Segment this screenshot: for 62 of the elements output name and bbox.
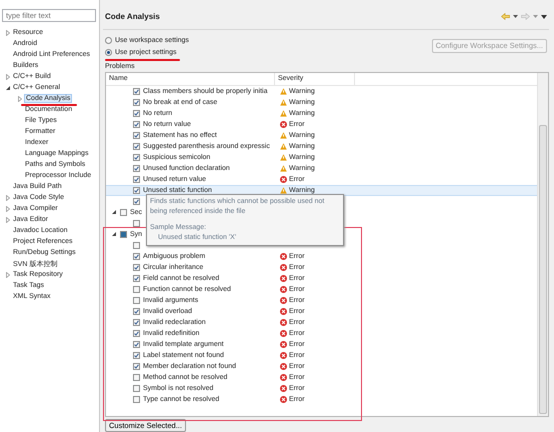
checkbox[interactable] [133,308,140,315]
checkbox[interactable] [120,230,127,238]
error-icon [280,384,287,392]
menu-icon[interactable] [541,14,547,19]
checkbox[interactable] [133,142,140,150]
error-icon [280,264,287,271]
collapsed-arrow-icon[interactable] [5,216,11,222]
checkbox[interactable] [133,220,140,227]
error-icon [280,252,287,260]
expanded-arrow-icon[interactable] [111,231,117,238]
underline-mark [21,104,78,106]
checkbox[interactable] [133,340,140,348]
checkbox[interactable] [133,362,140,370]
checkbox[interactable] [133,120,140,128]
error-icon [280,296,287,304]
checkbox[interactable] [133,132,140,139]
expanded-arrow-icon[interactable] [5,84,11,90]
checkbox[interactable] [133,264,140,271]
error-icon [280,352,287,359]
page-title: Code Analysis [105,12,160,22]
error-icon [280,318,287,326]
error-icon [280,176,287,183]
expanded-arrow-icon[interactable] [111,209,117,216]
checkbox[interactable] [120,208,127,216]
radio-button[interactable] [105,48,112,56]
checkbox[interactable] [133,164,140,172]
error-icon [280,374,287,381]
checkbox[interactable] [133,296,140,304]
error-icon [280,274,287,282]
collapsed-arrow-icon[interactable] [5,206,11,212]
checkbox[interactable] [133,286,140,293]
radio-button[interactable] [105,36,112,44]
checkbox[interactable] [133,330,140,337]
checkbox[interactable] [133,198,140,205]
checkbox[interactable] [133,374,140,381]
checkbox[interactable] [133,352,140,359]
error-icon [280,362,287,370]
checkbox[interactable] [133,252,140,260]
error-icon [280,340,287,348]
error-icon [280,396,287,403]
collapsed-arrow-icon[interactable] [5,30,11,36]
collapsed-arrow-icon[interactable] [5,74,11,80]
checkbox[interactable] [133,384,140,392]
collapsed-arrow-icon[interactable] [17,96,23,102]
checkbox[interactable] [133,242,140,249]
dropdown-icon[interactable] [513,15,518,18]
collapsed-arrow-icon[interactable] [5,272,11,278]
checkbox[interactable] [133,318,140,326]
checkbox[interactable] [133,98,140,106]
scrollbar[interactable] [537,72,548,416]
checkbox[interactable] [133,274,140,282]
error-icon [280,330,287,337]
checkbox[interactable] [133,186,140,194]
error-icon [280,120,287,128]
checkbox[interactable] [133,396,140,403]
checkbox[interactable] [133,154,140,161]
checkbox[interactable] [133,88,140,95]
error-icon [280,286,287,293]
checkbox[interactable] [133,110,140,117]
collapsed-arrow-icon[interactable] [5,194,11,200]
error-icon [280,308,287,315]
checkbox[interactable] [133,176,140,183]
